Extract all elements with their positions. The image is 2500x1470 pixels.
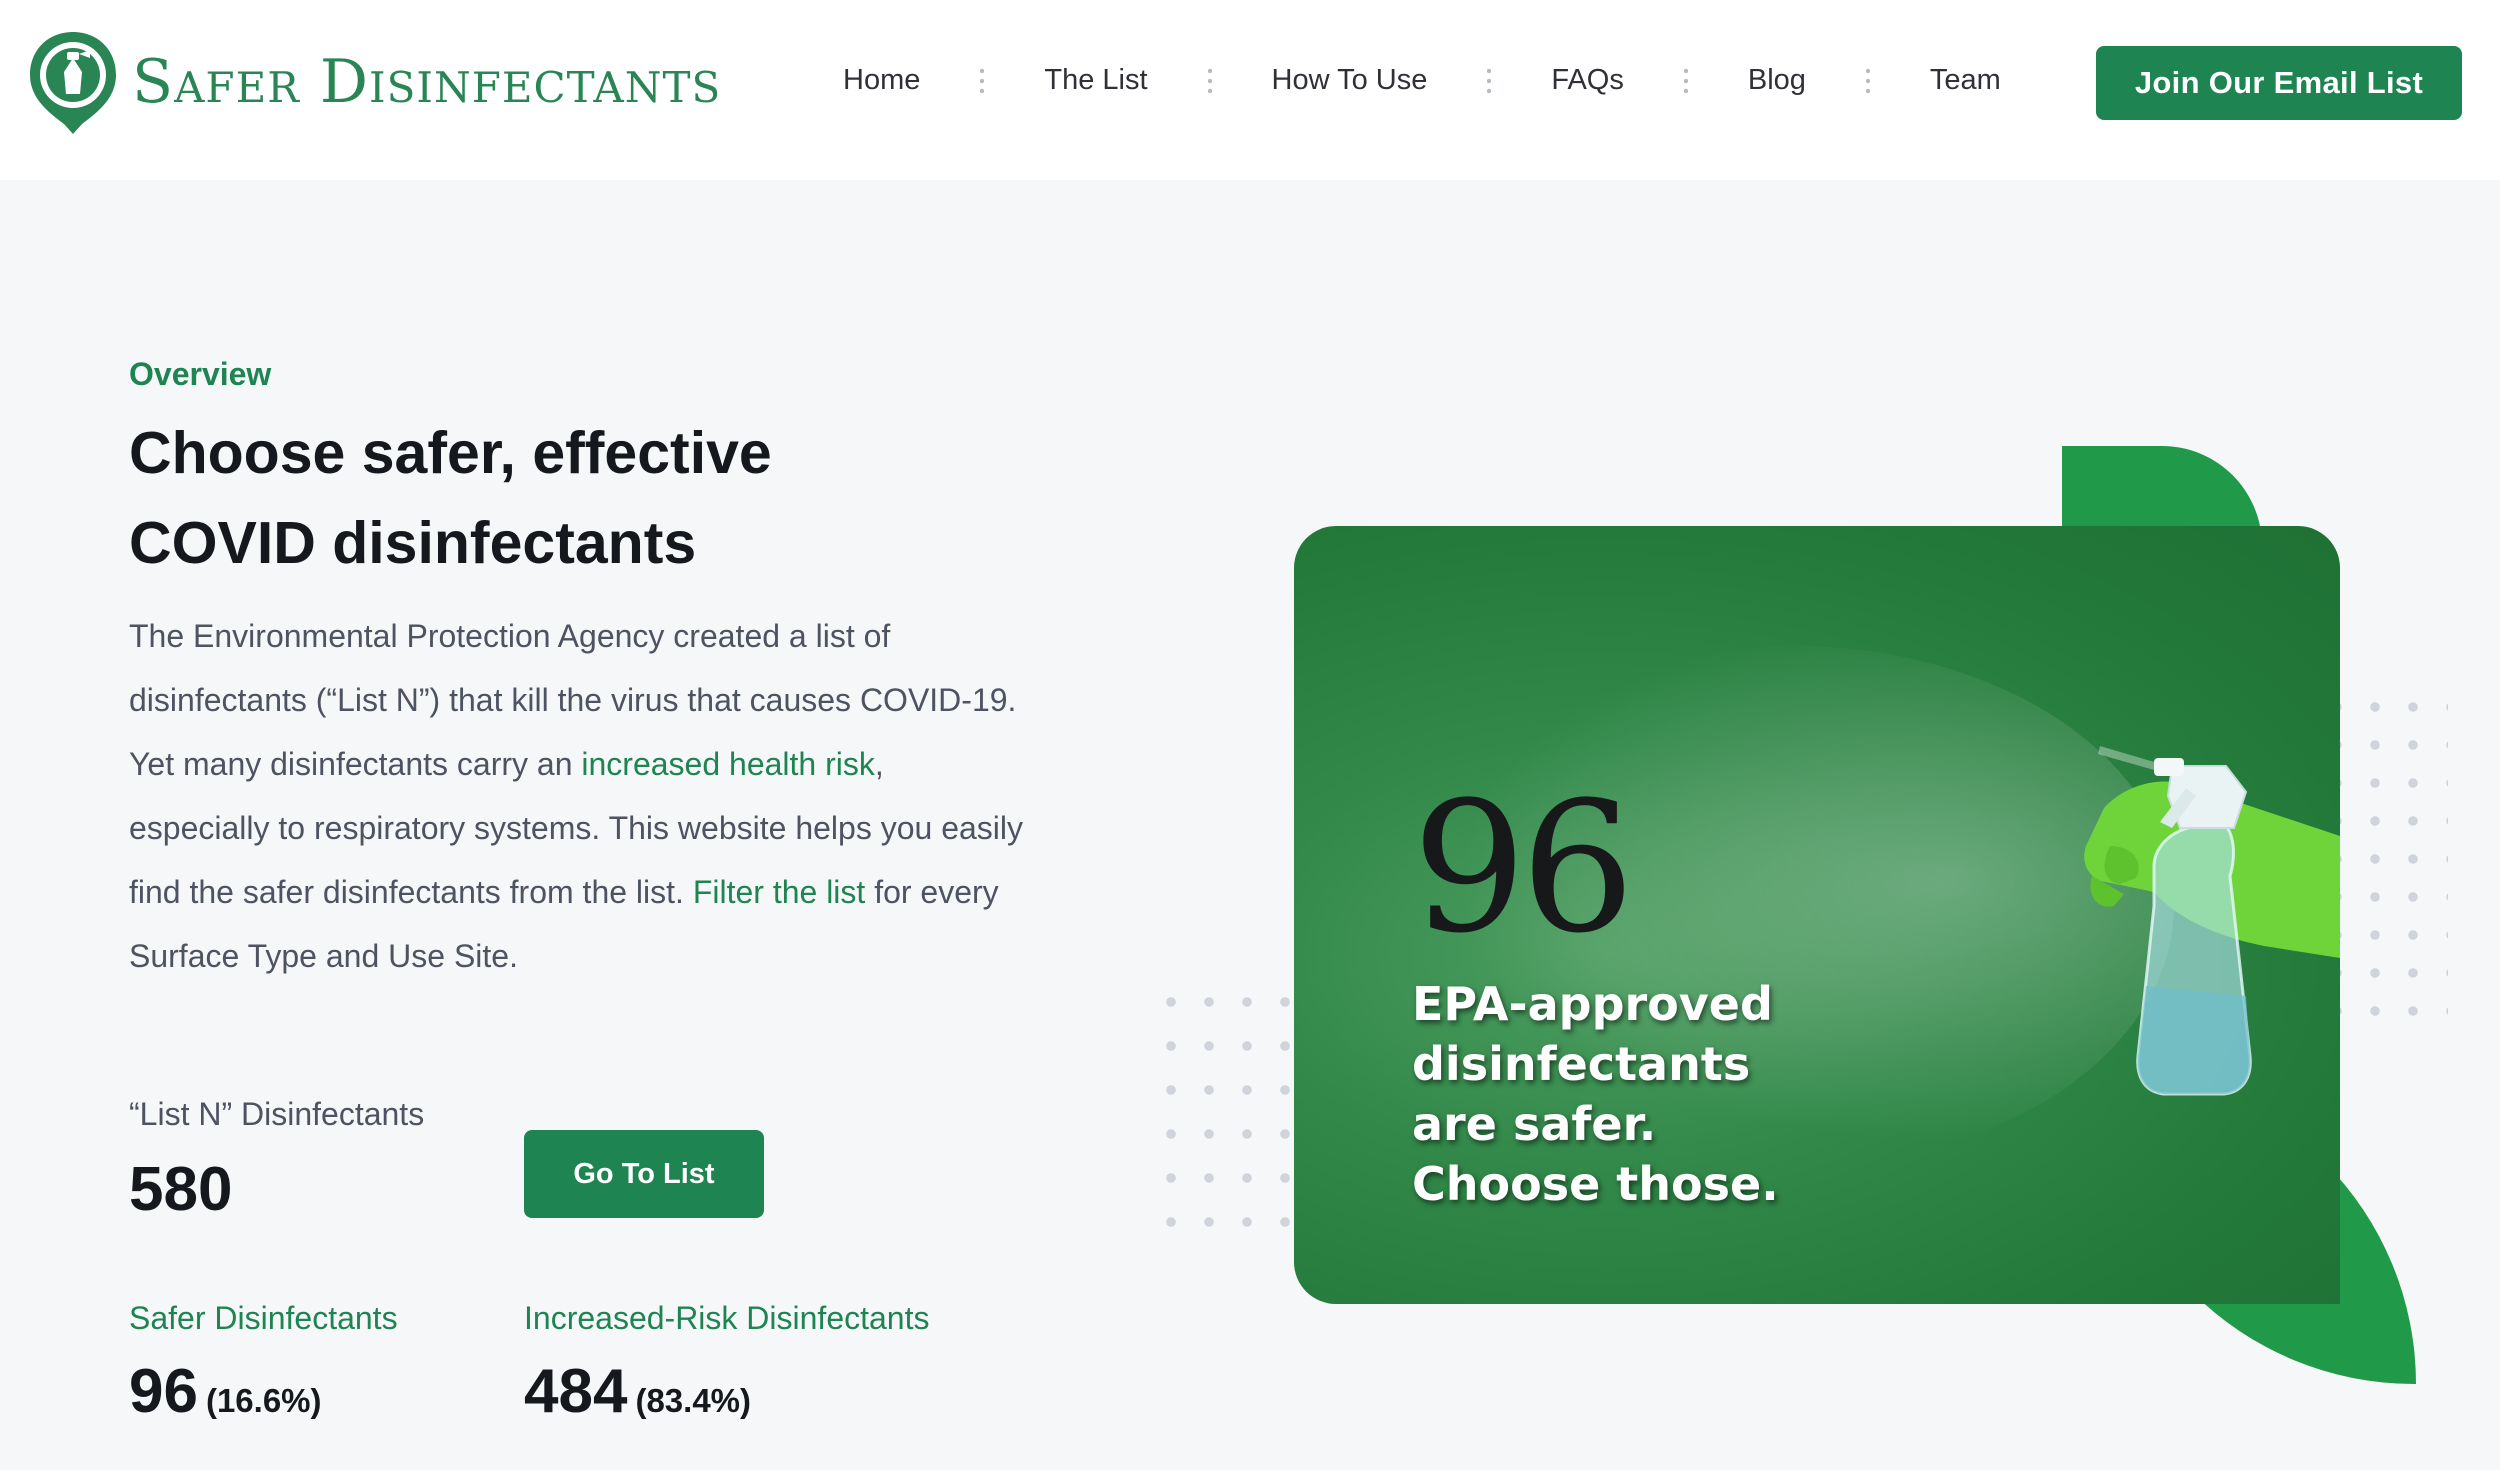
nav-the-list[interactable]: The List — [1044, 64, 1147, 97]
nav-separator — [1865, 65, 1870, 96]
brand-name: Safer Disinfectants — [132, 47, 722, 117]
feature-number: 96 — [1412, 764, 1635, 973]
increased-risk-count: 484 — [524, 1357, 628, 1426]
nav-how-to-use[interactable]: How To Use — [1272, 64, 1428, 97]
spray-bottle-illustration — [2084, 746, 2340, 1096]
safer-label: Safer Disinfectants — [129, 1300, 398, 1336]
safer-count: 96 — [129, 1357, 198, 1426]
list-n-label: “List N” Disinfectants — [129, 1096, 425, 1132]
feature-caption: EPA-approved disinfectants are safer. Ch… — [1412, 977, 1779, 1211]
nav-separator — [1207, 65, 1212, 96]
nav-team[interactable]: Team — [1930, 64, 2001, 97]
join-email-list-button[interactable]: Join Our Email List — [2096, 46, 2462, 120]
nav-separator — [1487, 65, 1492, 96]
safer-percent: (16.6%) — [205, 1382, 322, 1419]
nav-separator — [1683, 65, 1688, 96]
nav-blog[interactable]: Blog — [1748, 64, 1806, 97]
main-nav: Home The List How To Use FAQs Blog Team — [843, 64, 2001, 97]
section-eyebrow: Overview — [129, 356, 272, 392]
filter-the-list-link[interactable]: Filter the list — [693, 874, 865, 910]
nav-separator — [980, 65, 985, 96]
page-title: Choose safer, effective COVID disinfecta… — [129, 408, 1029, 588]
page-title-line-1: Choose safer, effective — [129, 420, 772, 486]
increased-risk-label: Increased-Risk Disinfectants — [524, 1300, 930, 1336]
site-header: Safer Disinfectants Home The List How To… — [0, 0, 2500, 180]
increased-risk-percent: (83.4%) — [635, 1382, 752, 1419]
safer-disinfectants-logo-icon — [30, 32, 116, 134]
safer-stat: 96 (16.6%) — [129, 1356, 322, 1427]
intro-paragraph: The Environmental Protection Agency crea… — [129, 604, 1029, 988]
nav-home[interactable]: Home — [843, 64, 920, 97]
feature-image-card: 96 EPA-approved disinfectants are safer.… — [1294, 526, 2340, 1304]
increased-health-risk-link[interactable]: increased health risk — [581, 746, 874, 782]
brand-logo[interactable]: Safer Disinfectants — [26, 28, 721, 136]
list-n-count: 580 — [129, 1155, 233, 1224]
page-title-line-2: COVID disinfectants — [129, 510, 697, 576]
increased-risk-stat: 484 (83.4%) — [524, 1356, 751, 1427]
go-to-list-button[interactable]: Go To List — [524, 1130, 764, 1218]
nav-faqs[interactable]: FAQs — [1551, 64, 1624, 97]
